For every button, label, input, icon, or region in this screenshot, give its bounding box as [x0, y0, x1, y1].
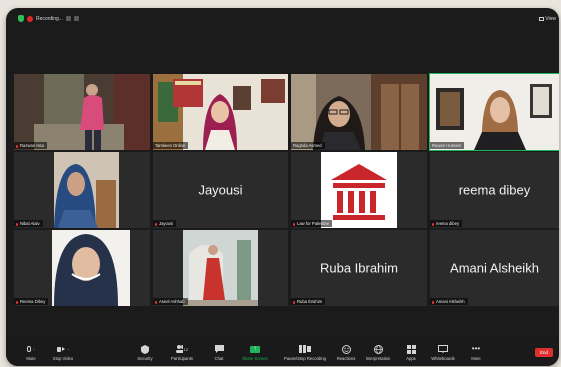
participants-count: 12	[183, 346, 188, 352]
share-screen-button[interactable]: ↑ Share Screen	[240, 344, 270, 361]
participant-video	[14, 230, 150, 306]
muted-mic-icon	[155, 222, 157, 226]
participant-name-tag: reema dibey	[430, 220, 463, 227]
video-tile-reema-dibey-name[interactable]: reema dibey reema dibey	[430, 152, 559, 228]
video-tile-rawan-hussein[interactable]: Rawan Hussein	[429, 73, 559, 151]
security-button[interactable]: Security	[130, 344, 160, 361]
participant-display-name: Amani Alsheikh	[450, 260, 539, 276]
mute-button[interactable]: ^ Mute	[16, 344, 46, 361]
more-button[interactable]: ••• More	[461, 344, 491, 362]
participant-name-tag: Law for Palestine	[291, 220, 333, 227]
participant-display-name: reema dibey	[458, 182, 531, 198]
chat-button[interactable]: Chat	[204, 344, 234, 361]
participant-display-name: Ruba Ibrahim	[319, 260, 399, 276]
muted-mic-icon	[155, 300, 157, 304]
record-icon	[299, 344, 311, 354]
participant-name-tag: Nibal Alaiv	[14, 220, 43, 227]
participant-video	[14, 152, 150, 228]
participant-name-tag: Jayousi	[153, 220, 177, 227]
video-tile-amani-alsheikh[interactable]: Amani Alsheikh Amani Alsheikh	[430, 230, 559, 306]
video-tile-law-for-palestine[interactable]: Law for Palestine	[291, 152, 427, 228]
apps-icon	[405, 344, 417, 354]
law-for-palestine-logo	[291, 152, 427, 228]
video-tile-ruba-ibrahim[interactable]: Ruba Ibrahim Ruba Ibrahim	[291, 230, 427, 306]
participant-name-tag: Reema Dibey	[14, 298, 49, 305]
security-shield-icon	[139, 344, 151, 354]
mic-icon: ^	[25, 344, 37, 354]
muted-mic-icon	[16, 144, 18, 148]
shield-icon[interactable]	[18, 15, 24, 22]
participant-video	[153, 230, 288, 306]
meeting-toolbar: ^ Mute ^ Stop Video Security 12 Particip…	[6, 340, 559, 366]
muted-mic-icon	[16, 222, 18, 226]
video-camera-icon: ^	[57, 344, 69, 354]
participant-video	[14, 74, 150, 150]
muted-mic-icon	[432, 300, 434, 304]
stop-video-button[interactable]: ^ Stop Video	[48, 344, 78, 361]
participants-button[interactable]: 12 Participants	[167, 344, 197, 361]
participant-video	[153, 74, 288, 150]
apps-button[interactable]: Apps	[396, 344, 426, 361]
video-tile-aseel-ashhab[interactable]: Aseel Ashhab	[153, 230, 288, 306]
video-tile-raghda-asmed[interactable]: Raghda Asmed	[291, 74, 427, 150]
share-screen-icon: ↑	[249, 344, 261, 354]
interpretation-globe-icon	[372, 344, 384, 354]
participant-name-tag: Tamkeen Online	[153, 142, 189, 149]
participant-name-tag: Aseel Ashhab	[153, 298, 188, 305]
pause-stop-recording-button[interactable]: Pause/Stop Recording	[283, 344, 327, 361]
more-icon: •••	[471, 344, 481, 353]
video-tile-jayousi[interactable]: Jayousi Jayousi	[153, 152, 288, 228]
participant-video	[291, 74, 427, 150]
participant-name-tag: Amani Alsheikh	[430, 298, 468, 305]
interpretation-button[interactable]: Interpretation	[363, 344, 393, 361]
participant-video	[430, 74, 559, 150]
record-dot-icon	[27, 15, 33, 22]
end-meeting-button[interactable]: End	[535, 348, 553, 357]
whiteboards-button[interactable]: Whiteboards	[428, 344, 458, 361]
muted-mic-icon	[16, 300, 18, 304]
participant-name-tag: Rawan Hussein	[430, 142, 465, 149]
zoom-meeting-window: Recording... View Razwan Issa Tamkeen On…	[6, 8, 559, 366]
muted-mic-icon	[293, 222, 295, 226]
muted-mic-icon	[432, 222, 434, 226]
chat-icon	[213, 344, 225, 354]
stop-recording-button[interactable]	[73, 16, 79, 21]
participant-display-name: Jayousi	[198, 182, 243, 198]
reactions-button[interactable]: Reactions	[331, 344, 361, 361]
whiteboard-icon	[437, 344, 449, 354]
video-tile-razwan-issa[interactable]: Razwan Issa	[14, 74, 150, 150]
participants-icon: 12	[176, 344, 188, 354]
pause-recording-button[interactable]	[65, 16, 71, 21]
recording-label: Recording...	[36, 15, 63, 22]
reactions-icon	[340, 344, 352, 354]
video-tile-tamkeen-online[interactable]: Tamkeen Online	[153, 74, 288, 150]
participant-name-tag: Razwan Issa	[14, 142, 47, 149]
participant-name-tag: Raghda Asmed	[291, 142, 325, 149]
grid-view-icon	[539, 17, 545, 21]
video-tile-reema-dibey[interactable]: Reema Dibey	[14, 230, 150, 306]
top-bar: Recording... View	[6, 8, 559, 28]
view-label: View	[545, 16, 556, 22]
muted-mic-icon	[293, 300, 295, 304]
participant-name-tag: Ruba Ibrahim	[291, 298, 326, 305]
video-tile-nibal-alaiv[interactable]: Nibal Alaiv	[14, 152, 150, 228]
view-button[interactable]: View	[539, 16, 556, 22]
recording-indicator: Recording...	[18, 15, 79, 22]
